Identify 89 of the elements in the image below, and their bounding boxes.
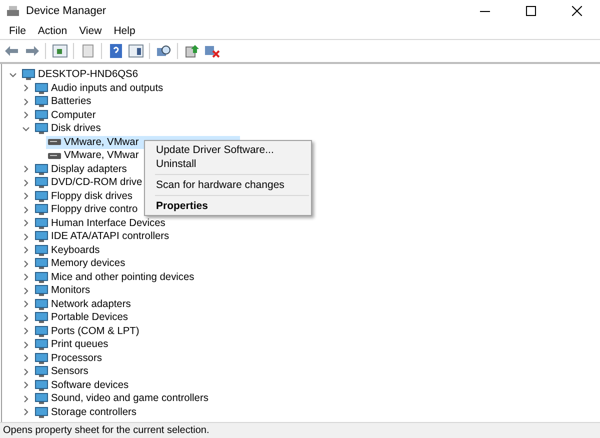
expand-toggle[interactable] bbox=[21, 366, 31, 377]
expand-toggle[interactable] bbox=[21, 110, 31, 120]
device-icon bbox=[35, 339, 48, 350]
disk-drive-icon bbox=[48, 138, 61, 146]
close-icon[interactable] bbox=[572, 6, 582, 16]
device-icon bbox=[35, 326, 48, 337]
tree-item[interactable]: Mice and other pointing devices bbox=[33, 270, 196, 284]
expand-toggle[interactable] bbox=[21, 407, 31, 418]
tree-item[interactable]: Storage controllers bbox=[33, 406, 139, 419]
menu-option[interactable]: Properties bbox=[145, 199, 311, 213]
tree-item[interactable]: Monitors bbox=[33, 284, 92, 298]
tree-item[interactable]: DVD/CD-ROM drive bbox=[33, 176, 144, 190]
device-icon bbox=[35, 406, 48, 418]
tree-item[interactable]: Floppy drive contro bbox=[33, 203, 140, 216]
device-icon bbox=[35, 352, 48, 364]
tree-item[interactable]: Disk drives bbox=[33, 122, 103, 136]
maximize-icon[interactable] bbox=[526, 6, 536, 16]
device-icon bbox=[35, 231, 48, 242]
expand-toggle[interactable] bbox=[21, 178, 31, 188]
device-icon bbox=[35, 204, 48, 216]
expand-toggle[interactable] bbox=[21, 258, 31, 269]
expand-toggle[interactable] bbox=[21, 96, 31, 107]
expand-toggle[interactable] bbox=[21, 286, 31, 296]
device-icon bbox=[35, 393, 48, 404]
tree-item[interactable]: Floppy disk drives bbox=[33, 190, 135, 203]
expand-toggle[interactable] bbox=[21, 232, 31, 242]
expand-toggle[interactable] bbox=[21, 272, 31, 282]
tree-item[interactable]: Batteries bbox=[33, 95, 94, 108]
device-icon bbox=[35, 82, 48, 94]
help-icon[interactable] bbox=[107, 42, 124, 60]
device-icon bbox=[35, 298, 48, 310]
device-icon bbox=[35, 244, 48, 256]
menu-item[interactable]: File bbox=[4, 24, 31, 38]
status-text: Opens property sheet for the current selection. bbox=[0, 422, 600, 438]
tree-item[interactable]: Audio inputs and outputs bbox=[33, 82, 166, 95]
expand-toggle[interactable] bbox=[21, 380, 31, 390]
expand-toggle[interactable] bbox=[21, 83, 31, 94]
device-icon bbox=[35, 258, 48, 270]
device-icon bbox=[35, 96, 48, 108]
device-icon bbox=[35, 164, 48, 175]
tree-item[interactable]: Ports (COM & LPT) bbox=[33, 324, 142, 338]
tree-item[interactable]: Memory devices bbox=[33, 257, 128, 270]
menu-option[interactable]: Scan for hardware changes bbox=[145, 178, 311, 192]
device-icon bbox=[35, 366, 48, 378]
tree-item[interactable]: Network adapters bbox=[33, 298, 133, 311]
expand-toggle[interactable] bbox=[21, 312, 31, 323]
device-icon bbox=[35, 177, 48, 188]
window-icon[interactable] bbox=[127, 42, 144, 60]
expand-toggle[interactable] bbox=[21, 204, 31, 215]
tree-item[interactable]: Computer bbox=[33, 108, 98, 122]
device-icon bbox=[35, 218, 48, 229]
device-icon bbox=[35, 123, 48, 134]
tree-item[interactable]: Print queues bbox=[33, 338, 110, 352]
update-icon[interactable] bbox=[183, 42, 200, 60]
tree-item[interactable]: Keyboards bbox=[33, 244, 102, 257]
window-icon[interactable] bbox=[51, 42, 68, 60]
tree-item[interactable]: Processors bbox=[33, 352, 104, 365]
tree-item[interactable]: Display adapters bbox=[33, 162, 129, 176]
tree-item[interactable]: IDE ATA/ATAPI controllers bbox=[33, 230, 172, 244]
device-icon bbox=[35, 285, 48, 296]
expand-toggle[interactable] bbox=[21, 299, 31, 310]
expand-toggle[interactable] bbox=[21, 326, 31, 336]
tree-item[interactable]: Portable Devices bbox=[33, 311, 130, 324]
tree-item[interactable]: DESKTOP-HND6QS6 bbox=[20, 68, 140, 82]
device-icon bbox=[35, 312, 48, 324]
expand-toggle[interactable] bbox=[21, 218, 31, 228]
device-icon bbox=[35, 190, 48, 202]
expand-toggle[interactable] bbox=[21, 191, 31, 202]
expand-toggle[interactable] bbox=[21, 340, 31, 350]
tree-item[interactable]: Sensors bbox=[33, 365, 90, 378]
expand-toggle[interactable] bbox=[21, 164, 31, 174]
menu-item[interactable]: Action bbox=[32, 24, 72, 38]
disk-drive-icon bbox=[48, 152, 61, 160]
window-title: Device Manager bbox=[26, 5, 108, 17]
device-icon bbox=[35, 110, 48, 121]
tree-item[interactable]: VMware, VMwar bbox=[46, 149, 141, 162]
device-icon bbox=[35, 380, 48, 391]
device-icon bbox=[22, 69, 35, 80]
menu-item[interactable]: View bbox=[74, 24, 107, 38]
menu-option[interactable]: Uninstall bbox=[145, 157, 311, 171]
expand-toggle[interactable] bbox=[21, 353, 31, 364]
expand-toggle[interactable] bbox=[21, 245, 31, 256]
menu-item[interactable]: Help bbox=[108, 24, 140, 38]
expand-toggle[interactable] bbox=[21, 394, 31, 404]
app-icon bbox=[6, 5, 20, 17]
device-icon bbox=[35, 272, 48, 283]
tree-item[interactable]: Human Interface Devices bbox=[33, 216, 168, 230]
tree-item[interactable]: Software devices bbox=[33, 378, 131, 392]
tree-item[interactable]: Sound, video and game controllers bbox=[33, 392, 210, 406]
